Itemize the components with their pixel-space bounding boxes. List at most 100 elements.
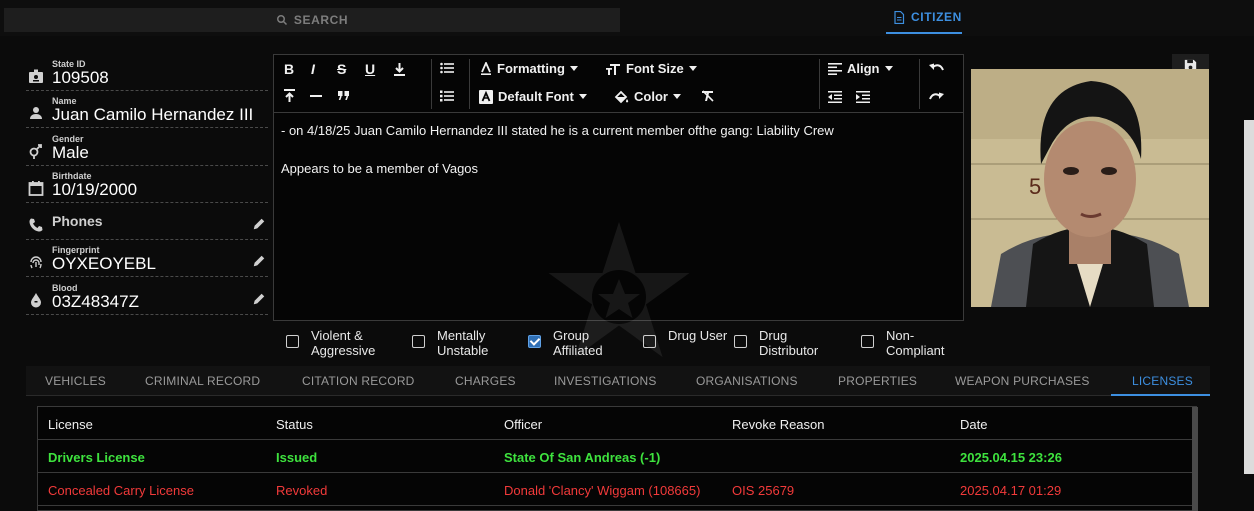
flag-label: Mentally Unstable [437,328,489,358]
bold-icon: B [284,61,295,77]
tab-vehicles[interactable]: VEHICLES [45,374,106,388]
phones-label: Phones [52,213,103,229]
numbered-list-button[interactable] [440,90,454,102]
flag-checkbox-checked[interactable] [528,335,541,348]
tab-citation-record[interactable]: CITATION RECORD [302,374,415,388]
notes-editor[interactable]: B I S U Formatting Font Size Align Defau… [273,54,964,357]
tab-weapon-purchases[interactable]: WEAPON PURCHASES [955,374,1090,388]
underline-icon: U [365,61,376,77]
edit-fingerprint-icon[interactable] [252,254,266,268]
tab-charges[interactable]: CHARGES [455,374,516,388]
table-row[interactable]: Concealed Carry License Revoked Donald '… [38,473,1194,506]
clear-format-button[interactable] [701,90,714,102]
quote-button[interactable] [338,91,350,100]
flag-violent-aggressive[interactable]: Violent & Aggressive [286,328,395,358]
birthdate-value: 10/19/2000 [52,180,138,199]
default-font-dropdown[interactable]: Default Font [479,89,587,104]
flag-checkbox[interactable] [286,335,299,348]
phone-icon [29,218,43,232]
flag-checkbox[interactable] [861,335,874,348]
color-label: Color [634,89,668,104]
formatting-dropdown[interactable]: Formatting [480,61,578,76]
editor-toolbar: B I S U Formatting Font Size Align Defau… [274,55,963,113]
table-scrollbar[interactable] [1192,407,1198,511]
chevron-down-icon [672,94,681,99]
field-state-id: State ID 109508 [26,56,268,91]
outdent-button[interactable] [828,91,842,103]
citizen-photo[interactable]: 5 [971,69,1209,307]
flag-drug-distributor[interactable]: Drug Distributor [734,328,839,358]
redo-button[interactable] [929,92,944,102]
edit-blood-icon[interactable] [252,292,266,306]
tab-investigations[interactable]: INVESTIGATIONS [554,374,657,388]
superscript-icon [284,89,295,102]
toolbar-separator [919,59,920,109]
toolbar-separator [431,59,432,109]
flag-checkbox[interactable] [734,335,747,348]
document-icon [894,10,905,24]
column-header-license: License [48,417,93,432]
tab-citizen-underline [886,32,962,34]
tab-organisations[interactable]: ORGANISATIONS [696,374,798,388]
gender-icon [29,144,42,159]
italic-button[interactable]: I [311,61,315,77]
tab-licenses[interactable]: LICENSES [1132,374,1193,388]
cell-license: Drivers License [48,450,145,465]
tab-citizen-label: CITIZEN [911,10,962,24]
undo-icon [929,63,944,71]
flag-label: Non-Compliant [886,328,945,358]
default-font-label: Default Font [498,89,574,104]
font-size-dropdown[interactable]: Font Size [606,61,697,76]
align-dropdown[interactable]: Align [828,61,893,76]
flag-group-affiliated[interactable]: Group Affiliated [528,328,637,358]
outdent-icon [828,91,842,103]
search-icon [276,15,287,26]
state-id-value: 109508 [52,68,109,87]
underline-button[interactable]: U [365,61,375,77]
superscript-button[interactable] [283,89,296,103]
notes-content[interactable]: - on 4/18/25 Juan Camilo Hernandez III s… [281,121,834,178]
field-phones: Phones [26,205,268,240]
gender-value: Male [52,143,89,162]
search-bar[interactable]: SEARCH [4,8,620,32]
align-label: Align [847,61,880,76]
citizen-portrait-image: 5 [971,69,1209,307]
horizontal-rule-icon [310,95,322,97]
horizontal-rule-button[interactable] [310,95,322,98]
strikethrough-icon: S [337,61,347,77]
edit-phones-icon[interactable] [252,217,266,231]
cell-officer: State Of San Andreas (-1) [504,450,661,465]
subscript-button[interactable] [393,62,406,76]
indent-icon [856,91,870,103]
notes-line-1: - on 4/18/25 Juan Camilo Hernandez III s… [281,123,834,138]
column-header-date: Date [960,417,988,432]
column-header-officer: Officer [504,417,543,432]
tab-properties[interactable]: PROPERTIES [838,374,917,388]
italic-icon: I [311,61,315,77]
quote-icon [338,91,349,100]
tab-citizen[interactable]: CITIZEN [893,10,962,24]
indent-button[interactable] [856,91,870,103]
font-size-label: Font Size [626,61,684,76]
table-row[interactable]: Drivers License Issued State Of San Andr… [38,440,1194,473]
id-badge-icon [29,69,43,83]
fingerprint-value: OYXEOYEBL [52,254,156,273]
bullet-list-button[interactable] [440,62,454,74]
field-name: Name Juan Camilo Hernandez III [26,93,268,128]
color-dropdown[interactable]: Color [614,89,681,104]
table-header-row: License Status Officer Revoke Reason Dat… [38,407,1194,440]
tab-criminal-record[interactable]: CRIMINAL RECORD [145,374,260,388]
flag-checkbox[interactable] [643,335,656,348]
text-format-icon [481,62,491,75]
numbered-list-icon [440,90,454,102]
flag-mentally-unstable[interactable]: Mentally Unstable [412,328,521,358]
cell-status: Issued [276,450,318,465]
bold-button[interactable]: B [284,61,294,77]
undo-button[interactable] [929,63,944,73]
fingerprint-icon [30,256,42,269]
flag-drug-user[interactable]: Drug User [643,328,728,348]
svg-text:5: 5 [1029,174,1041,199]
flag-non-compliant[interactable]: Non-Compliant [861,328,966,358]
strikethrough-button[interactable]: S [337,61,346,77]
flag-checkbox[interactable] [412,335,425,348]
